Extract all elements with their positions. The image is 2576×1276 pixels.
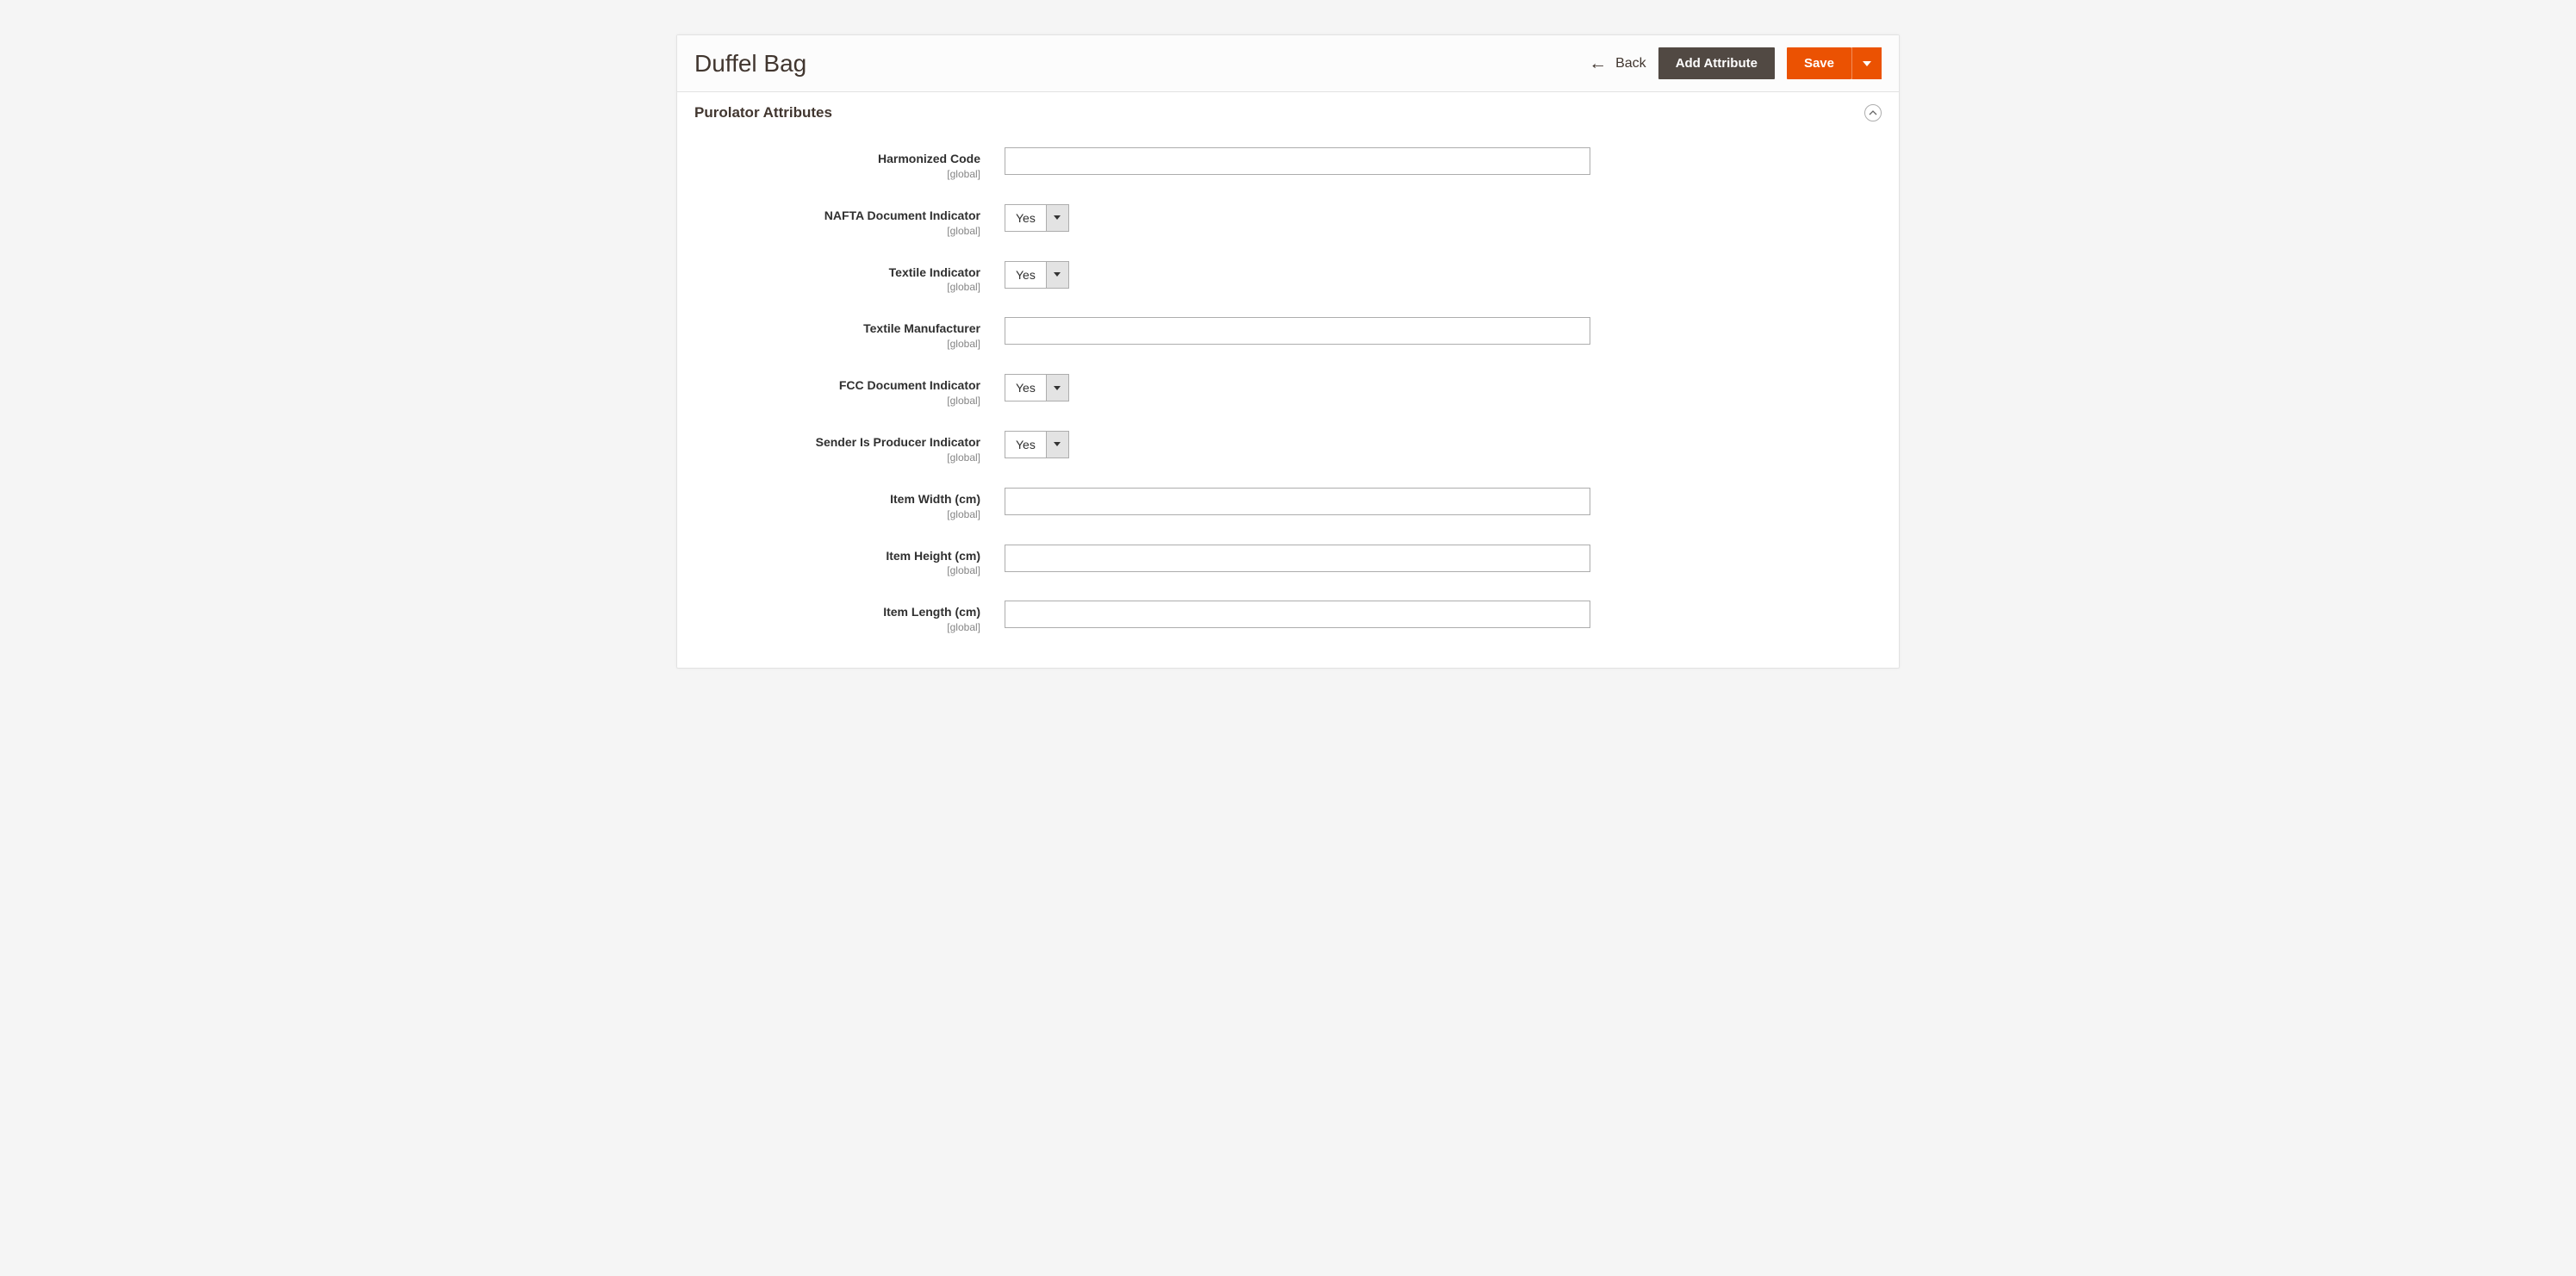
- scope-label: [global]: [746, 451, 980, 464]
- field-label: Textile Manufacturer: [746, 321, 980, 336]
- save-dropdown-button[interactable]: [1851, 47, 1882, 79]
- field-label: Sender Is Producer Indicator: [746, 435, 980, 450]
- input-col: [1005, 601, 1590, 628]
- select-value: Yes: [1005, 262, 1046, 288]
- item-length-input[interactable]: [1005, 601, 1590, 628]
- textile-indicator-select[interactable]: Yes: [1005, 261, 1069, 289]
- nafta-document-indicator-select[interactable]: Yes: [1005, 204, 1069, 232]
- scope-label: [global]: [746, 564, 980, 576]
- scope-label: [global]: [746, 168, 980, 180]
- scope-label: [global]: [746, 395, 980, 407]
- label-col: NAFTA Document Indicator [global]: [746, 204, 1005, 237]
- add-attribute-button[interactable]: Add Attribute: [1658, 47, 1775, 79]
- label-col: Textile Manufacturer [global]: [746, 317, 1005, 350]
- field-sender-is-producer-indicator: Sender Is Producer Indicator [global] Ye…: [694, 431, 1882, 464]
- field-item-height: Item Height (cm) [global]: [694, 545, 1882, 577]
- field-nafta-document-indicator: NAFTA Document Indicator [global] Yes: [694, 204, 1882, 237]
- input-col: [1005, 545, 1590, 572]
- label-col: FCC Document Indicator [global]: [746, 374, 1005, 407]
- textile-manufacturer-input[interactable]: [1005, 317, 1590, 345]
- save-button[interactable]: Save: [1787, 47, 1851, 79]
- chevron-down-icon: [1054, 386, 1061, 390]
- field-harmonized-code: Harmonized Code [global]: [694, 147, 1882, 180]
- select-dropdown-button[interactable]: [1046, 205, 1068, 231]
- field-label: Harmonized Code: [746, 152, 980, 166]
- chevron-down-icon: [1054, 272, 1061, 277]
- item-width-input[interactable]: [1005, 488, 1590, 515]
- select-dropdown-button[interactable]: [1046, 432, 1068, 457]
- input-col: Yes: [1005, 374, 1069, 401]
- scope-label: [global]: [746, 281, 980, 293]
- section-title: Purolator Attributes: [694, 104, 832, 121]
- select-value: Yes: [1005, 432, 1046, 457]
- scope-label: [global]: [746, 508, 980, 520]
- purolator-attributes-section: Purolator Attributes Harmonized Code [gl…: [677, 92, 1899, 668]
- back-label: Back: [1615, 56, 1646, 72]
- item-height-input[interactable]: [1005, 545, 1590, 572]
- input-col: Yes: [1005, 431, 1069, 458]
- fcc-document-indicator-select[interactable]: Yes: [1005, 374, 1069, 401]
- input-col: [1005, 147, 1590, 175]
- chevron-down-icon: [1054, 215, 1061, 220]
- label-col: Textile Indicator [global]: [746, 261, 1005, 294]
- scope-label: [global]: [746, 338, 980, 350]
- scope-label: [global]: [746, 621, 980, 633]
- field-label: Item Width (cm): [746, 492, 980, 507]
- label-col: Item Width (cm) [global]: [746, 488, 1005, 520]
- label-col: Item Height (cm) [global]: [746, 545, 1005, 577]
- scope-label: [global]: [746, 225, 980, 237]
- collapse-toggle[interactable]: [1864, 104, 1882, 121]
- input-col: Yes: [1005, 261, 1069, 289]
- header-actions: ← Back Add Attribute Save: [1589, 47, 1882, 79]
- page-header: Duffel Bag ← Back Add Attribute Save: [677, 35, 1899, 92]
- field-fcc-document-indicator: FCC Document Indicator [global] Yes: [694, 374, 1882, 407]
- field-label: Item Height (cm): [746, 549, 980, 563]
- section-header: Purolator Attributes: [694, 104, 1882, 121]
- chevron-down-icon: [1054, 442, 1061, 446]
- arrow-left-icon: ←: [1589, 54, 1607, 72]
- page-container: Duffel Bag ← Back Add Attribute Save Pur…: [676, 34, 1900, 669]
- field-label: NAFTA Document Indicator: [746, 209, 980, 223]
- label-col: Harmonized Code [global]: [746, 147, 1005, 180]
- select-dropdown-button[interactable]: [1046, 375, 1068, 401]
- back-button[interactable]: ← Back: [1589, 54, 1646, 72]
- select-dropdown-button[interactable]: [1046, 262, 1068, 288]
- save-button-group: Save: [1787, 47, 1882, 79]
- chevron-up-icon: [1869, 109, 1877, 117]
- field-label: FCC Document Indicator: [746, 378, 980, 393]
- field-textile-indicator: Textile Indicator [global] Yes: [694, 261, 1882, 294]
- sender-is-producer-indicator-select[interactable]: Yes: [1005, 431, 1069, 458]
- field-textile-manufacturer: Textile Manufacturer [global]: [694, 317, 1882, 350]
- label-col: Item Length (cm) [global]: [746, 601, 1005, 633]
- label-col: Sender Is Producer Indicator [global]: [746, 431, 1005, 464]
- input-col: [1005, 488, 1590, 515]
- page-title: Duffel Bag: [694, 50, 806, 78]
- select-value: Yes: [1005, 375, 1046, 401]
- harmonized-code-input[interactable]: [1005, 147, 1590, 175]
- chevron-down-icon: [1863, 61, 1871, 66]
- field-label: Item Length (cm): [746, 605, 980, 619]
- field-label: Textile Indicator: [746, 265, 980, 280]
- field-item-width: Item Width (cm) [global]: [694, 488, 1882, 520]
- select-value: Yes: [1005, 205, 1046, 231]
- input-col: Yes: [1005, 204, 1069, 232]
- input-col: [1005, 317, 1590, 345]
- field-item-length: Item Length (cm) [global]: [694, 601, 1882, 633]
